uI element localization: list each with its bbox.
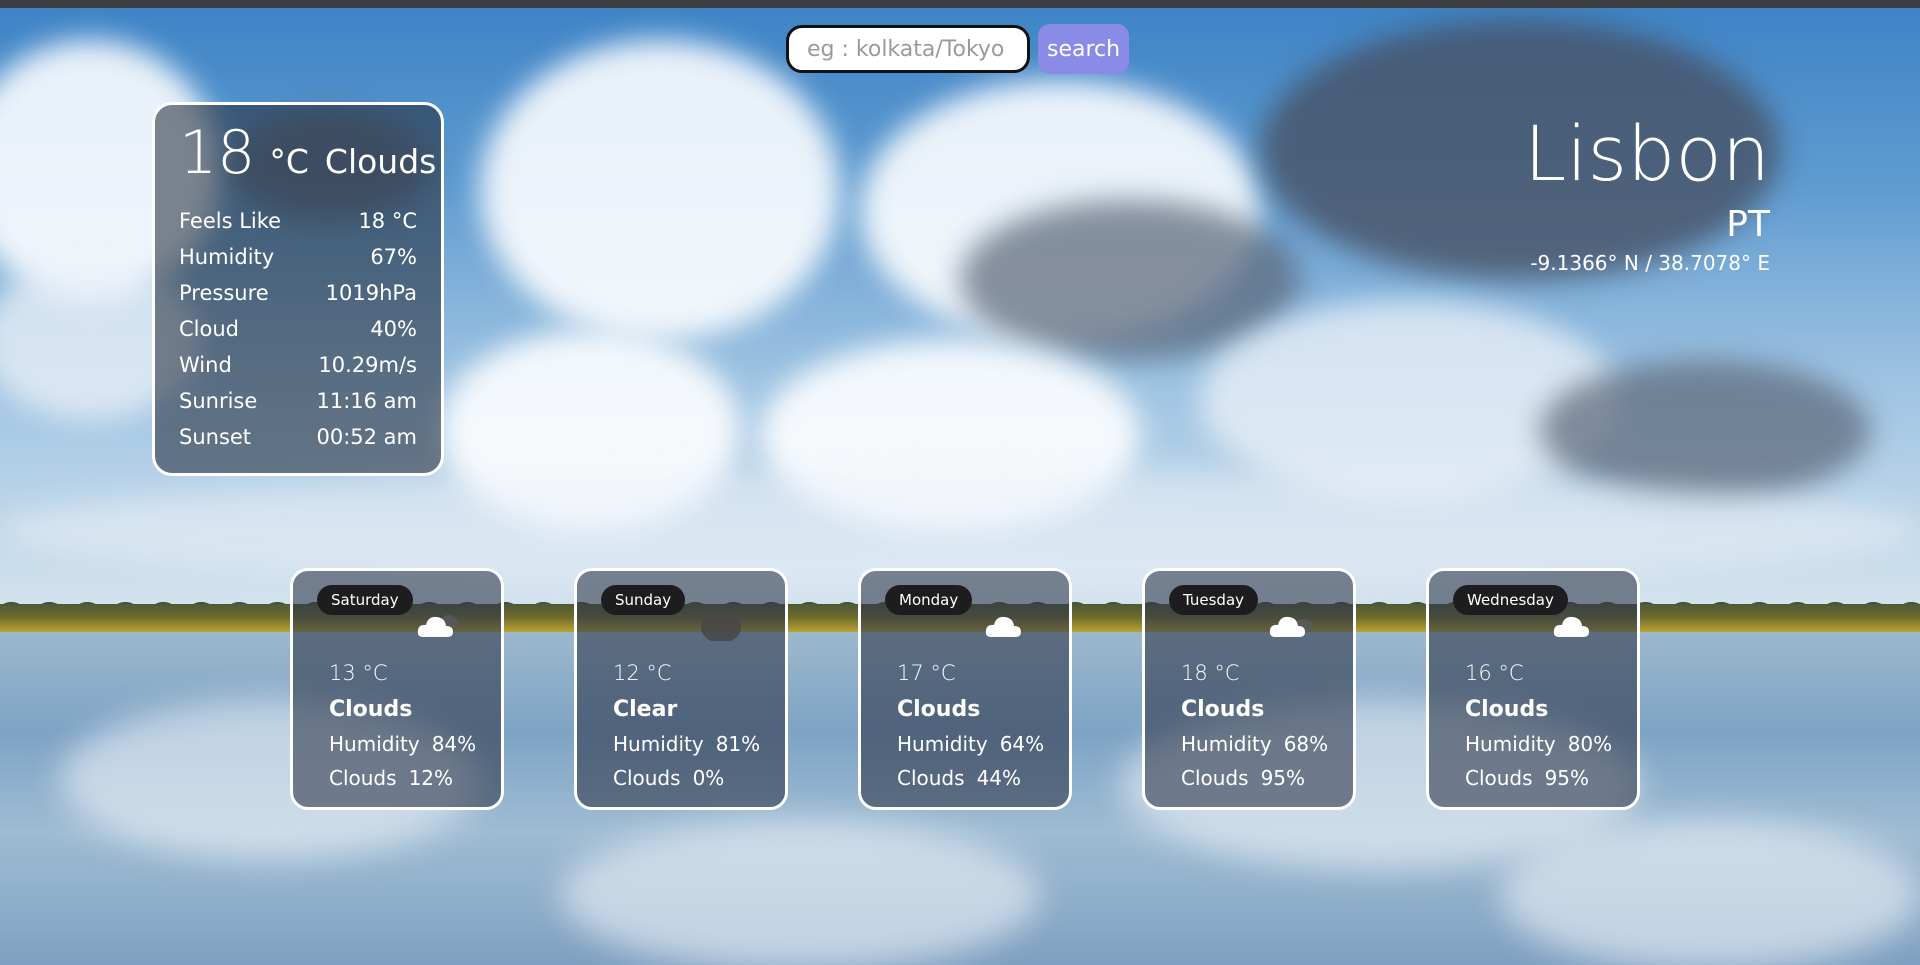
forecast-temperature: 12 °C: [613, 661, 672, 685]
detail-row-pressure: Pressure 1019hPa: [179, 275, 417, 311]
forecast-card: Tuesday 18 °C Clouds Humidity 68% Clouds 9…: [1142, 568, 1356, 810]
detail-label: Sunset: [179, 425, 252, 449]
forecast-temperature: 16 °C: [1465, 661, 1524, 685]
forecast-clouds: Clouds 95%: [1181, 766, 1328, 790]
forecast-humidity: Humidity 64%: [897, 732, 1044, 756]
forecast-clouds: Clouds 95%: [1465, 766, 1612, 790]
humidity-label: Humidity: [897, 732, 988, 756]
cloud-icon: [1269, 616, 1312, 637]
search-input[interactable]: [786, 25, 1030, 73]
detail-value: 40%: [370, 317, 417, 341]
forecast-condition: Clear: [613, 697, 678, 722]
clouds-label: Clouds: [613, 766, 681, 790]
clouds-value: 44%: [976, 766, 1022, 790]
cloud-shape: [480, 40, 840, 340]
clouds-value: 95%: [1260, 766, 1306, 790]
forecast-clouds: Clouds 12%: [329, 766, 476, 790]
city-name: Lisbon: [1524, 109, 1770, 198]
detail-row-humidity: Humidity 67%: [179, 239, 417, 275]
water-reflection: [560, 820, 1040, 965]
forecast-body: 17 °C Clouds Humidity 64% Clouds 44%: [897, 661, 1044, 790]
current-weather-header: 18 °C Clouds: [179, 118, 436, 188]
humidity-label: Humidity: [329, 732, 420, 756]
detail-value: 00:52 am: [316, 425, 417, 449]
forecast-humidity: Humidity 84%: [329, 732, 476, 756]
current-weather-panel: 18 °C Clouds Feels Like 18 °C Humidity 6…: [152, 102, 444, 476]
clouds-value: 12%: [408, 766, 454, 790]
coordinates: -9.1366° N / 38.7078° E: [1530, 250, 1770, 275]
forecast-condition: Clouds: [897, 697, 981, 722]
forecast-temperature: 17 °C: [897, 661, 956, 685]
forecast-humidity: Humidity 68%: [1181, 732, 1328, 756]
humidity-label: Humidity: [1465, 732, 1556, 756]
clouds-value: 0%: [692, 766, 725, 790]
humidity-label: Humidity: [613, 732, 704, 756]
forecast-temperature: 18 °C: [1181, 661, 1240, 685]
detail-value: 67%: [370, 245, 417, 269]
detail-value: 11:16 am: [316, 389, 417, 413]
humidity-value: 64%: [999, 732, 1045, 756]
cloud-icon: [417, 615, 458, 637]
detail-row-sunrise: Sunrise 11:16 am: [179, 383, 417, 419]
weather-details: Feels Like 18 °C Humidity 67% Pressure 1…: [179, 203, 417, 455]
detail-row-sunset: Sunset 00:52 am: [179, 419, 417, 455]
forecast-day-badge: Tuesday: [1169, 585, 1259, 615]
detail-label: Wind: [179, 353, 232, 377]
clouds-label: Clouds: [329, 766, 397, 790]
detail-row-cloud: Cloud 40%: [179, 311, 417, 347]
browser-top-strip: [0, 0, 1920, 8]
cloud-icon: [985, 616, 1021, 637]
search-bar: search: [786, 24, 1130, 74]
forecast-condition: Clouds: [1465, 697, 1549, 722]
forecast-card: Sunday 12 °C Clear Humidity 81% Clouds 0%: [574, 568, 788, 810]
forecast-row: Saturday 13 °C Clouds Humidity 84% Clouds…: [290, 568, 1640, 810]
forecast-humidity: Humidity 81%: [613, 732, 760, 756]
detail-row-feels-like: Feels Like 18 °C: [179, 203, 417, 239]
forecast-condition: Clouds: [329, 697, 413, 722]
forecast-day-badge: Saturday: [317, 585, 413, 615]
forecast-day-badge: Monday: [885, 585, 973, 615]
forecast-card: Monday 17 °C Clouds Humidity 64% Clouds 44…: [858, 568, 1072, 810]
clouds-label: Clouds: [897, 766, 965, 790]
humidity-value: 81%: [715, 732, 761, 756]
humidity-value: 84%: [431, 732, 477, 756]
search-button[interactable]: search: [1038, 24, 1130, 74]
forecast-condition: Clouds: [1181, 697, 1265, 722]
cloud-icon: [1553, 616, 1589, 637]
detail-label: Humidity: [179, 245, 275, 269]
moon-icon: [701, 611, 741, 641]
forecast-body: 12 °C Clear Humidity 81% Clouds 0%: [613, 661, 760, 790]
forecast-clouds: Clouds 44%: [897, 766, 1044, 790]
forecast-card: Wednesday 16 °C Clouds Humidity 80% Cloud…: [1426, 568, 1640, 810]
detail-label: Sunrise: [179, 389, 258, 413]
forecast-body: 13 °C Clouds Humidity 84% Clouds 12%: [329, 661, 476, 790]
detail-label: Pressure: [179, 281, 269, 305]
country-code: PT: [1726, 203, 1770, 245]
current-condition: Clouds: [324, 142, 437, 181]
forecast-body: 16 °C Clouds Humidity 80% Clouds 95%: [1465, 661, 1612, 790]
current-temperature: 18: [179, 118, 256, 188]
forecast-day-badge: Sunday: [601, 585, 686, 615]
clouds-label: Clouds: [1465, 766, 1533, 790]
temperature-unit: °C: [269, 142, 309, 181]
clouds-value: 95%: [1544, 766, 1590, 790]
forecast-temperature: 13 °C: [329, 661, 388, 685]
humidity-value: 68%: [1283, 732, 1329, 756]
detail-value: 10.29m/s: [318, 353, 417, 377]
humidity-value: 80%: [1567, 732, 1613, 756]
cloud-shape: [1540, 360, 1870, 500]
location-info: Lisbon PT -9.1366° N / 38.7078° E: [1524, 112, 1770, 275]
forecast-card: Saturday 13 °C Clouds Humidity 84% Clouds…: [290, 568, 504, 810]
detail-label: Cloud: [179, 317, 239, 341]
detail-label: Feels Like: [179, 209, 282, 233]
forecast-body: 18 °C Clouds Humidity 68% Clouds 95%: [1181, 661, 1328, 790]
forecast-humidity: Humidity 80%: [1465, 732, 1612, 756]
humidity-label: Humidity: [1181, 732, 1272, 756]
clouds-label: Clouds: [1181, 766, 1249, 790]
detail-row-wind: Wind 10.29m/s: [179, 347, 417, 383]
forecast-clouds: Clouds 0%: [613, 766, 760, 790]
detail-value: 1019hPa: [325, 281, 417, 305]
detail-value: 18 °C: [358, 209, 417, 233]
water-reflection: [1500, 820, 1920, 965]
